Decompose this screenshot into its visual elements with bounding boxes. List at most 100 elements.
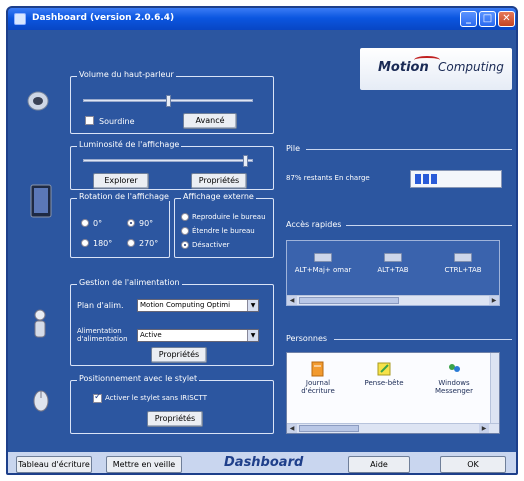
- app-messenger-label: Windows Messenger: [434, 379, 473, 395]
- rotation-label: Rotation de l'affichage: [77, 192, 171, 201]
- apps-vertical-scrollbar[interactable]: [490, 353, 499, 423]
- rotation-0-radio[interactable]: [81, 219, 89, 227]
- rotation-90-radio[interactable]: [127, 219, 135, 227]
- brightness-label: Luminosité de l'affichage: [77, 140, 182, 149]
- power-plan-select[interactable]: Motion Computing Optimi ▼: [137, 299, 259, 312]
- maximize-button[interactable]: □: [479, 11, 496, 27]
- keyboard-icon: [314, 253, 332, 262]
- journal-icon: [311, 361, 324, 377]
- external-display-group: Affichage externe Reproduire le bureau É…: [174, 192, 274, 258]
- apps-panel: Journal d'écriture Pense-bête Windows Me…: [286, 352, 500, 434]
- minimize-button[interactable]: _: [460, 11, 477, 27]
- scroll-thumb[interactable]: [299, 297, 399, 304]
- battery-divider: [306, 149, 512, 150]
- brightness-slider-thumb[interactable]: [242, 155, 248, 167]
- power-label: Gestion de l'alimentation: [77, 278, 182, 287]
- power-alarm-value: Active: [140, 331, 162, 339]
- battery-segment: [423, 174, 429, 184]
- pen-group: Positionnement avec le stylet Activer le…: [70, 374, 274, 434]
- external-mirror-label: Reproduire le bureau: [192, 213, 266, 221]
- brightness-slider-track[interactable]: [83, 159, 253, 162]
- battery-gauge: [410, 170, 502, 188]
- external-disable-label: Désactiver: [192, 241, 230, 249]
- power-plan-label: Plan d'alim.: [77, 301, 124, 310]
- pen-label: Positionnement avec le stylet: [77, 374, 200, 383]
- app-journal[interactable]: Journal d'écriture: [291, 361, 345, 395]
- footer-brand: Dashboard: [220, 455, 308, 470]
- explore-button[interactable]: Explorer: [93, 173, 149, 189]
- window-title: Dashboard (version 2.0.6.4): [32, 13, 175, 23]
- help-button[interactable]: Aide: [348, 456, 410, 473]
- rotation-90-label: 90°: [139, 219, 154, 228]
- dashboard-window: Dashboard (version 2.0.6.4) _ □ ✕ Motion…: [6, 6, 518, 475]
- speaker-icon: [27, 91, 49, 111]
- mute-checkbox[interactable]: [85, 116, 94, 125]
- rotation-270-label: 270°: [139, 239, 159, 248]
- pen-checkbox-label: Activer le stylet sans IRISCTT: [105, 394, 207, 402]
- sticky-note-icon: [377, 362, 391, 376]
- scroll-thumb[interactable]: [299, 425, 359, 432]
- rotation-180-radio[interactable]: [81, 239, 89, 247]
- app-sticky-notes-label: Pense-bête: [364, 379, 404, 387]
- external-extend-radio[interactable]: [181, 227, 189, 235]
- external-disable-radio[interactable]: [181, 241, 189, 249]
- rotation-group: Rotation de l'affichage 0° 90° 180° 270°: [70, 192, 171, 258]
- scroll-left-icon[interactable]: ◀: [287, 296, 297, 305]
- power-properties-button[interactable]: Propriétés: [151, 347, 207, 363]
- motion-computing-logo: Motion Computing: [360, 48, 512, 90]
- tablet-display-icon: [30, 184, 52, 218]
- shortcut-3[interactable]: CTRL+TAB: [433, 253, 493, 274]
- apps-divider: [334, 339, 512, 340]
- rotation-270-radio[interactable]: [127, 239, 135, 247]
- standby-button[interactable]: Mettre en veille: [106, 456, 182, 473]
- app-journal-label: Journal d'écriture: [301, 379, 335, 395]
- messenger-icon: [449, 364, 460, 372]
- brightness-group: Luminosité de l'affichage Explorer Propr…: [70, 140, 274, 190]
- external-extend-label: Étendre le bureau: [192, 227, 255, 235]
- shortcut-1[interactable]: ALT+Maj+ omar: [293, 253, 353, 274]
- shortcut-2-label: ALT+TAB: [377, 266, 409, 274]
- pen-person-icon: [34, 309, 46, 338]
- close-button[interactable]: ✕: [498, 11, 515, 27]
- mute-label: Sourdine: [99, 117, 135, 126]
- power-alarm-label: Alimentation d'alimentation: [77, 327, 128, 343]
- shortcuts-scrollbar[interactable]: ◀ ▶: [287, 295, 499, 305]
- advanced-button[interactable]: Avancé: [183, 113, 237, 129]
- scroll-right-icon[interactable]: ▶: [489, 296, 499, 305]
- rotation-180-label: 180°: [93, 239, 113, 248]
- shortcut-2[interactable]: ALT+TAB: [363, 253, 423, 274]
- power-group: Gestion de l'alimentation Plan d'alim. M…: [70, 278, 274, 366]
- shortcuts-panel: ALT+Maj+ omar ALT+TAB CTRL+TAB ◀ ▶: [286, 240, 500, 306]
- app-sticky-notes[interactable]: Pense-bête: [357, 361, 411, 387]
- app-messenger[interactable]: Windows Messenger: [427, 361, 481, 395]
- power-alarm-select[interactable]: Active ▼: [137, 329, 259, 342]
- shortcut-3-label: CTRL+TAB: [444, 266, 482, 274]
- external-display-label: Affichage externe: [181, 192, 256, 201]
- shortcut-1-label: ALT+Maj+ omar: [294, 266, 352, 274]
- chevron-down-icon: ▼: [247, 300, 258, 311]
- battery-segment: [431, 174, 437, 184]
- volume-slider-thumb[interactable]: [166, 95, 171, 107]
- external-mirror-radio[interactable]: [181, 213, 189, 221]
- brightness-properties-button[interactable]: Propriétés: [191, 173, 247, 189]
- apps-scrollbar[interactable]: ◀ ▶: [287, 423, 499, 433]
- pen-checkbox[interactable]: [93, 392, 102, 403]
- battery-status: 87% restants En charge: [286, 174, 370, 182]
- shortcuts-label: Accès rapides: [286, 220, 342, 229]
- shortcuts-divider: [346, 225, 512, 226]
- logo-word-1: Motion: [378, 60, 429, 75]
- app-icon: [14, 13, 26, 25]
- title-bar[interactable]: Dashboard (version 2.0.6.4) _ □ ✕: [8, 8, 516, 30]
- power-plan-value: Motion Computing Optimi: [140, 301, 231, 309]
- rotation-0-label: 0°: [93, 219, 103, 228]
- keyboard-icon: [384, 253, 402, 262]
- volume-label: Volume du haut-parleur: [77, 70, 176, 79]
- chevron-down-icon: ▼: [247, 330, 258, 341]
- scroll-right-icon[interactable]: ▶: [479, 424, 489, 433]
- ok-button[interactable]: OK: [440, 456, 506, 473]
- logo-word-2: Computing: [438, 60, 504, 74]
- volume-group: Volume du haut-parleur Sourdine Avancé: [70, 70, 274, 134]
- pen-properties-button[interactable]: Propriétés: [147, 411, 203, 427]
- tablet-pc-button[interactable]: Tableau d'écriture: [16, 456, 92, 473]
- scroll-left-icon[interactable]: ◀: [287, 424, 297, 433]
